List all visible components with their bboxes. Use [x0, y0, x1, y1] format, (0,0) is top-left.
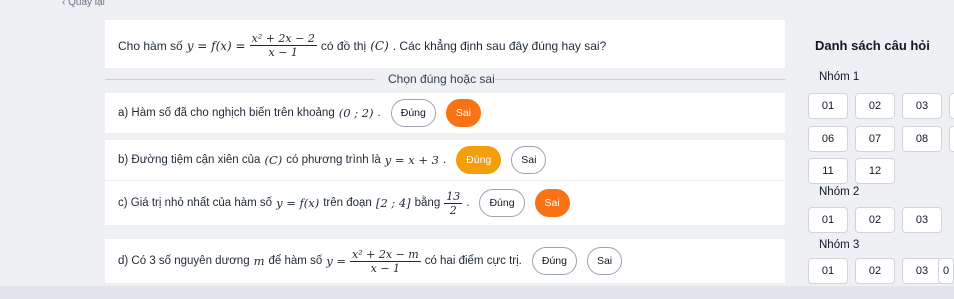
- question-button[interactable]: 03: [902, 207, 942, 233]
- statement-math: y = f(x): [276, 196, 320, 210]
- statement-text: b) Đường tiệm cận xiên của: [118, 154, 261, 166]
- question-button[interactable]: 03: [902, 258, 942, 284]
- question-fraction: x² + 2x − 2 x − 1: [249, 32, 317, 59]
- statement-math: m: [253, 254, 265, 268]
- statement-fraction: 13 2: [444, 189, 463, 217]
- top-bar: ‹ Quay lại: [0, 0, 954, 10]
- statement-end: .: [377, 107, 381, 119]
- true-button[interactable]: Đúng: [390, 99, 436, 127]
- statement-text: d) Có 3 số nguyên dương: [118, 255, 250, 267]
- true-button[interactable]: Đúng: [479, 189, 525, 217]
- false-button[interactable]: Sai: [586, 247, 623, 275]
- question-list-sidebar: Danh sách câu hỏi Nhóm 1 01 02 03 06 07 …: [800, 38, 954, 299]
- question-button[interactable]: 01: [808, 207, 848, 233]
- fraction-denominator: x − 1: [268, 46, 298, 59]
- question-suffix: có đồ thị: [320, 38, 367, 53]
- back-label: Quay lại: [68, 0, 105, 8]
- question-function: y = f(x) =: [186, 38, 246, 53]
- true-button[interactable]: Đúng: [531, 247, 577, 275]
- sidebar-title: Danh sách câu hỏi: [815, 38, 930, 53]
- statement-math-2: y = x + 3: [384, 153, 439, 167]
- fraction-denominator: 2: [449, 203, 457, 217]
- fraction-denominator: x − 1: [370, 261, 401, 275]
- question-button[interactable]: 08: [902, 126, 942, 152]
- statement-text-2: để hàm số: [268, 255, 323, 267]
- question-button[interactable]: 01: [808, 258, 848, 284]
- instruction-text: Chọn đúng hoặc sai: [388, 72, 495, 86]
- statement-math: (0 ; 2): [338, 106, 374, 120]
- question-button[interactable]: 0: [938, 258, 954, 284]
- question-button[interactable]: 06: [808, 126, 848, 152]
- bottom-strip: [0, 286, 954, 299]
- statement-a: a) Hàm số đã cho nghịch biến trên khoảng…: [105, 93, 785, 133]
- group-label: Nhóm 2: [819, 186, 860, 198]
- statement-text-3: bằng: [414, 197, 441, 209]
- question-button[interactable]: 02: [855, 207, 895, 233]
- statement-math-2: y =: [326, 254, 347, 268]
- false-button[interactable]: Sai: [534, 189, 570, 217]
- question-button[interactable]: 12: [855, 158, 895, 184]
- instruction-row: Chọn đúng hoặc sai: [105, 69, 785, 89]
- question-text: Cho hàm số y = f(x) = x² + 2x − 2 x − 1 …: [118, 32, 606, 59]
- statement-text: c) Giá trị nhỏ nhất của hàm số: [118, 197, 273, 209]
- group-label: Nhóm 1: [819, 71, 860, 83]
- question-button[interactable]: 02: [855, 258, 895, 284]
- false-button[interactable]: Sai: [511, 146, 547, 174]
- question-button[interactable]: [949, 93, 954, 119]
- fraction-numerator: x² + 2x − 2: [249, 32, 317, 46]
- statement-text-2: có phương trình là: [286, 154, 381, 166]
- question-card: Cho hàm số y = f(x) = x² + 2x − 2 x − 1 …: [105, 20, 785, 68]
- statement-text: a) Hàm số đã cho nghịch biến trên khoảng: [118, 107, 335, 119]
- question-button[interactable]: 02: [855, 93, 895, 119]
- question-prefix: Cho hàm số: [118, 38, 183, 53]
- statement-math-2: [2 ; 4]: [375, 196, 411, 210]
- question-tail: . Các khẳng định sau đây đúng hay sai?: [392, 38, 607, 53]
- statement-d: d) Có 3 số nguyên dương m để hàm số y = …: [105, 239, 785, 283]
- statement-math: (C): [264, 153, 283, 167]
- divider: [495, 79, 785, 80]
- statement-fraction: x² + 2x − m x − 1: [350, 248, 421, 275]
- statement-text-2: trên đoạn: [323, 197, 372, 209]
- group-label: Nhóm 3: [819, 239, 860, 251]
- statement-text-3: có hai điểm cực trị.: [424, 255, 522, 267]
- back-button[interactable]: ‹ Quay lại: [62, 0, 105, 8]
- fraction-numerator: 13: [444, 189, 463, 204]
- statement-end: .: [442, 154, 447, 166]
- question-button[interactable]: 11: [808, 158, 848, 184]
- divider: [105, 79, 375, 80]
- false-button[interactable]: Sai: [445, 99, 482, 127]
- statement-c: c) Giá trị nhỏ nhất của hàm số y = f(x) …: [105, 181, 785, 225]
- question-button[interactable]: 01: [808, 93, 848, 119]
- question-button[interactable]: [949, 126, 954, 152]
- true-button[interactable]: Đúng: [456, 146, 502, 174]
- question-panel: Cho hàm số y = f(x) = x² + 2x − 2 x − 1 …: [105, 14, 785, 299]
- fraction-numerator: x² + 2x − m: [350, 247, 421, 262]
- statement-end: .: [466, 197, 470, 209]
- question-graph: (C): [370, 38, 389, 53]
- question-button[interactable]: 07: [855, 126, 895, 152]
- statement-b: b) Đường tiệm cận xiên của (C) có phương…: [105, 140, 785, 180]
- question-button[interactable]: 03: [902, 93, 942, 119]
